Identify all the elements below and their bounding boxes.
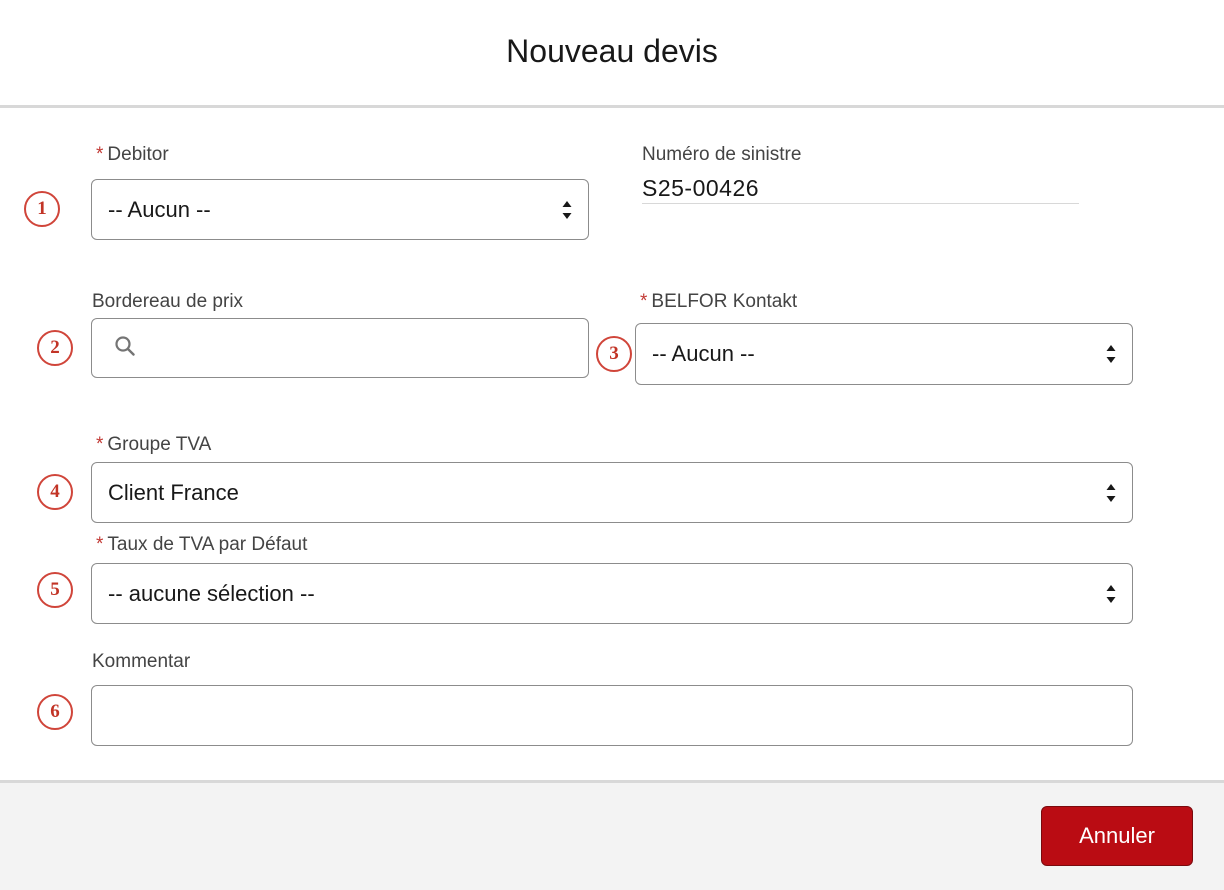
debitor-select-value: -- Aucun --	[108, 196, 211, 222]
modal-title: Nouveau devis	[506, 33, 718, 69]
price-schedule-label: Bordereau de prix	[92, 291, 244, 312]
annotation-badge-2: 2	[37, 330, 73, 366]
updown-arrows-icon	[1104, 582, 1118, 606]
comment-textarea[interactable]	[92, 686, 1132, 745]
default-vat-rate-select-value: -- aucune sélection --	[108, 580, 315, 606]
vat-group-label: * Groupe TVA	[96, 434, 212, 455]
comment-field[interactable]	[91, 685, 1133, 746]
required-marker: *	[640, 291, 648, 312]
cancel-button[interactable]: Annuler	[1041, 806, 1193, 866]
updown-arrows-icon	[1104, 342, 1118, 366]
required-marker: *	[96, 534, 104, 555]
default-vat-rate-label: * Taux de TVA par Défaut	[96, 534, 308, 555]
annotation-badge-1: 1	[24, 191, 60, 227]
required-marker: *	[96, 434, 104, 455]
debitor-label: * Debitor	[96, 144, 169, 165]
comment-label: Kommentar	[92, 651, 191, 672]
required-marker: *	[96, 144, 104, 165]
updown-arrows-icon	[1104, 481, 1118, 505]
new-quote-modal: Nouveau devis * Debitor 1 -- Aucun -- Num…	[0, 0, 1224, 890]
modal-header: Nouveau devis	[0, 0, 1224, 108]
debitor-select[interactable]: -- Aucun --	[91, 179, 589, 240]
default-vat-rate-select[interactable]: -- aucune sélection --	[91, 563, 1133, 624]
annotation-badge-3: 3	[596, 336, 632, 372]
vat-group-select-value: Client France	[108, 479, 239, 505]
updown-arrows-icon	[560, 198, 574, 222]
annotation-badge-6: 6	[37, 694, 73, 730]
claim-number-underline	[642, 203, 1079, 204]
price-schedule-lookup[interactable]	[91, 318, 589, 378]
belfor-contact-label: * BELFOR Kontakt	[640, 291, 798, 312]
claim-number-value: S25-00426	[642, 175, 760, 201]
claim-number-label: Numéro de sinistre	[642, 144, 802, 165]
annotation-badge-4: 4	[37, 474, 73, 510]
belfor-contact-select-value: -- Aucun --	[652, 341, 755, 366]
price-schedule-input[interactable]	[146, 318, 588, 378]
belfor-contact-select[interactable]: -- Aucun --	[635, 323, 1133, 385]
search-icon	[114, 335, 136, 362]
annotation-badge-5: 5	[37, 572, 73, 608]
vat-group-select[interactable]: Client France	[91, 462, 1133, 523]
